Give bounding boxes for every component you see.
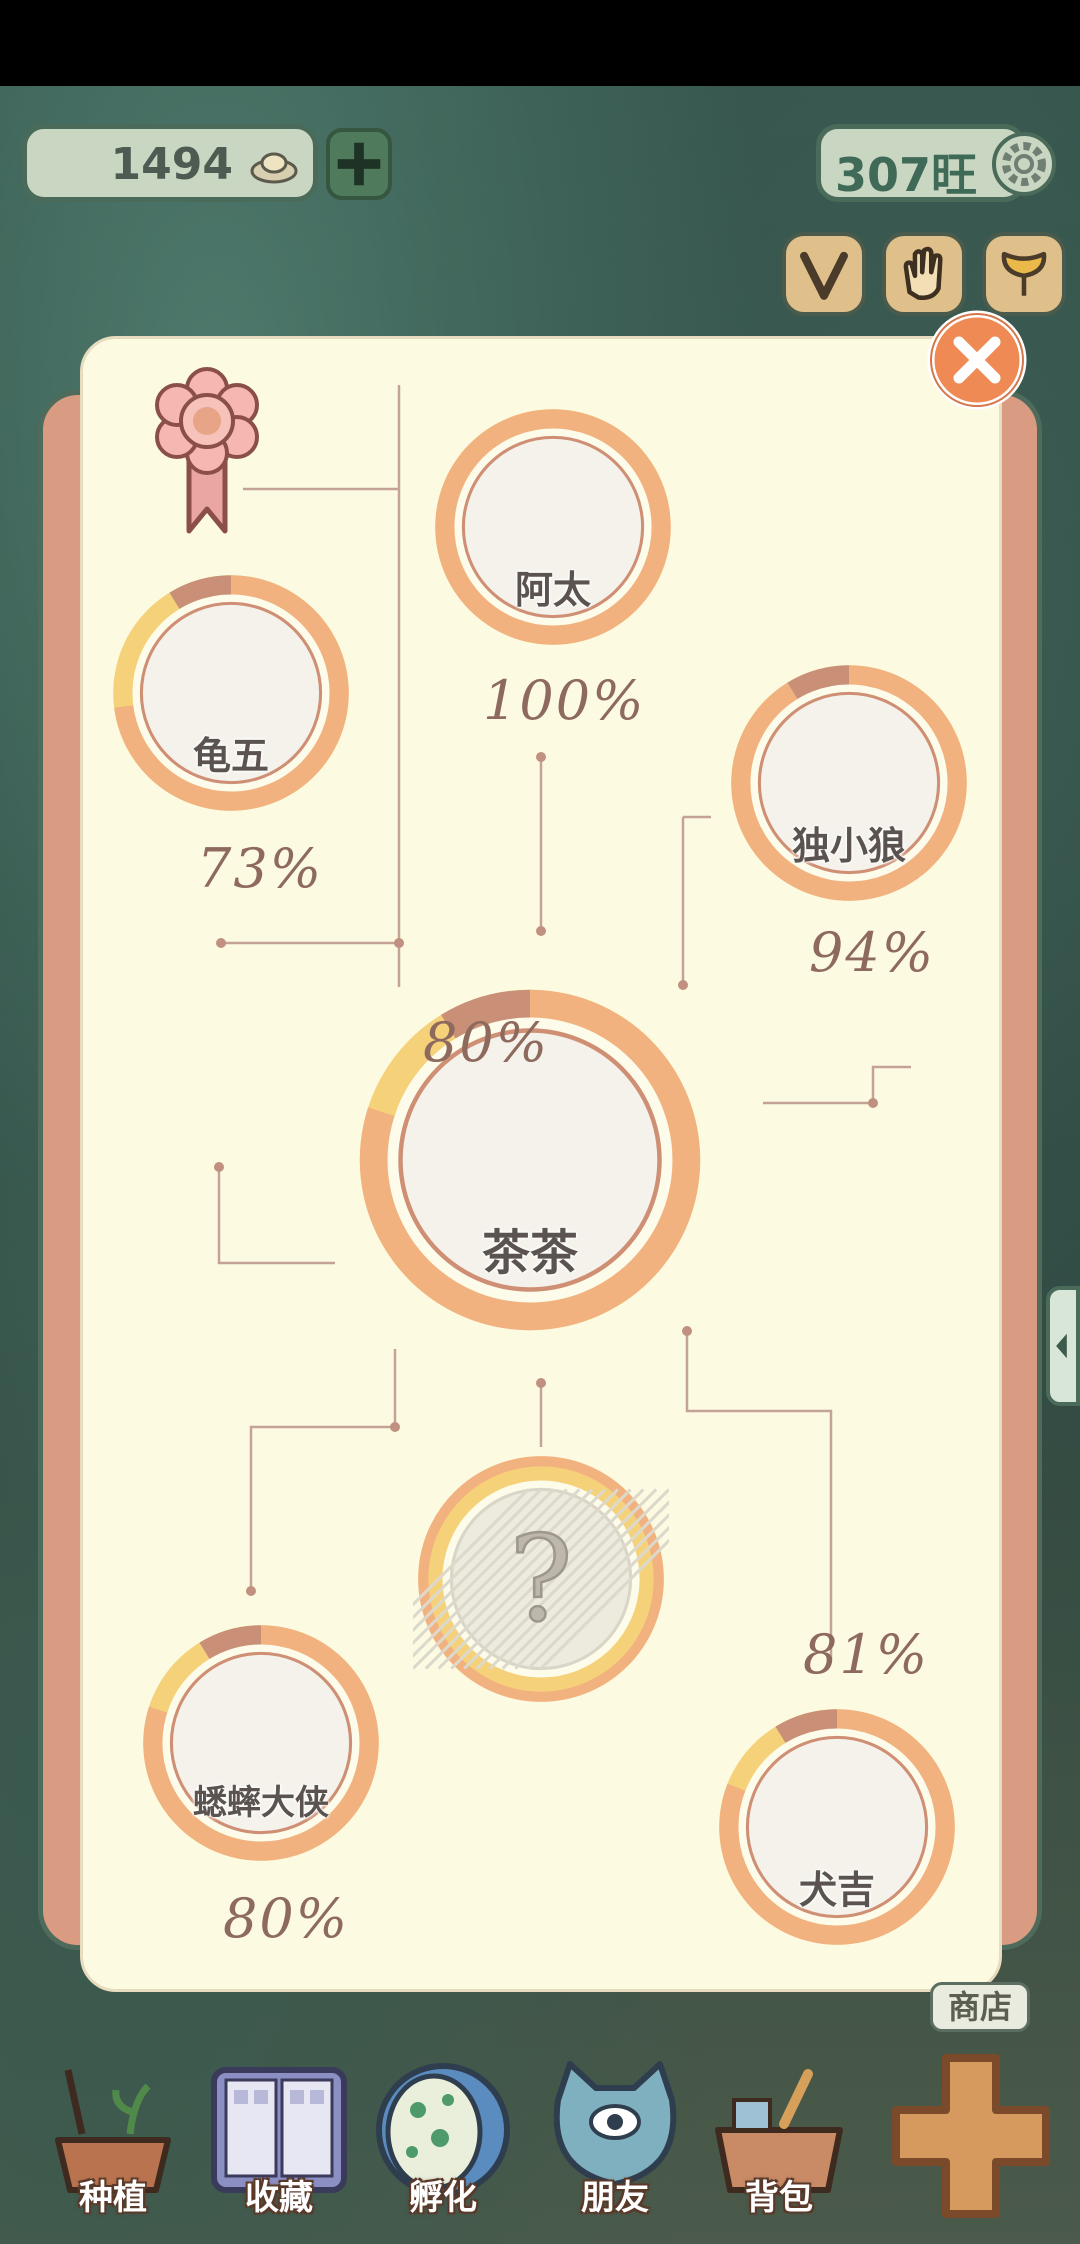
- gear-icon[interactable]: [990, 130, 1058, 198]
- plus-cross-icon[interactable]: [886, 2048, 1056, 2224]
- character-name: 蟋蟀大侠: [193, 1783, 329, 1823]
- coin-counter: 1494: [22, 124, 318, 202]
- side-expand-button[interactable]: [1046, 1286, 1080, 1406]
- affinity-ring: [113, 575, 349, 811]
- tab-backpack[interactable]: 背包: [704, 2060, 854, 2228]
- character-name: 龟五: [192, 734, 269, 778]
- tab-label: 背包: [745, 2178, 813, 2218]
- affinity-ring: [731, 665, 967, 901]
- affinity-percent: 100%: [483, 669, 646, 732]
- character-node-xishuai[interactable]: 蟋蟀大侠: [133, 1615, 389, 1871]
- coin-value: 1494: [110, 139, 233, 190]
- character-name: 犬吉: [798, 1868, 875, 1912]
- ribbon-badge-icon: [155, 367, 259, 534]
- ginkgo-leaf-icon: [1001, 251, 1047, 296]
- affinity-percent: 94%: [809, 921, 936, 984]
- plus-icon: [337, 142, 381, 186]
- affinity-percent: 80%: [223, 1887, 350, 1950]
- affinity-percent: 80%: [423, 1011, 550, 1074]
- leaf-button[interactable]: [982, 232, 1066, 316]
- tab-label: 孵化: [409, 2178, 477, 2218]
- character-name: 阿太: [514, 568, 591, 612]
- status-bar: [0, 0, 1080, 86]
- tab-plant[interactable]: 种植: [38, 2060, 188, 2228]
- wang-value: 307旺: [835, 148, 978, 202]
- hand-icon: [903, 246, 943, 301]
- tab-label: 朋友: [581, 2178, 649, 2218]
- tab-label: 收藏: [245, 2178, 313, 2218]
- tab-friends[interactable]: 朋友: [540, 2060, 690, 2228]
- tab-hatch[interactable]: 孵化: [368, 2060, 518, 2228]
- affinity-ring: [435, 409, 671, 645]
- affinity-percent: 81%: [803, 1623, 930, 1686]
- add-coins-button[interactable]: [326, 128, 392, 200]
- hand-button[interactable]: [882, 232, 966, 316]
- unknown-character-icon: ?: [413, 1456, 669, 1702]
- tab-label: 种植: [79, 2178, 147, 2218]
- vip-button[interactable]: [782, 232, 866, 316]
- chevron-left-icon: [1056, 1333, 1067, 1359]
- character-node-unknown[interactable]: ?: [413, 1451, 669, 1707]
- affinity-percent: 73%: [197, 837, 324, 900]
- ingot-icon: [250, 152, 298, 184]
- shop-label[interactable]: 商店: [930, 1982, 1030, 2032]
- tab-collection[interactable]: 收藏: [204, 2060, 354, 2228]
- character-node-guiwu[interactable]: 龟五: [103, 565, 359, 821]
- relationship-panel: 茶茶 80% 阿太 100% 龟五 73% 独小狼 94% 蟋蟀大侠 80%? 犬吉 81%: [80, 336, 1002, 1992]
- character-node-quanji[interactable]: 犬吉: [709, 1699, 965, 1955]
- affinity-ring: [143, 1625, 379, 1861]
- affinity-ring: [719, 1709, 955, 1945]
- character-node-atai[interactable]: 阿太: [425, 399, 681, 655]
- v-badge-icon: [800, 251, 848, 300]
- character-name: 独小狼: [791, 824, 906, 868]
- character-name: 茶茶: [481, 1225, 578, 1281]
- svg-text:?: ?: [509, 1511, 572, 1648]
- close-icon[interactable]: [924, 310, 1030, 410]
- character-node-duxiaolang[interactable]: 独小狼: [721, 655, 977, 911]
